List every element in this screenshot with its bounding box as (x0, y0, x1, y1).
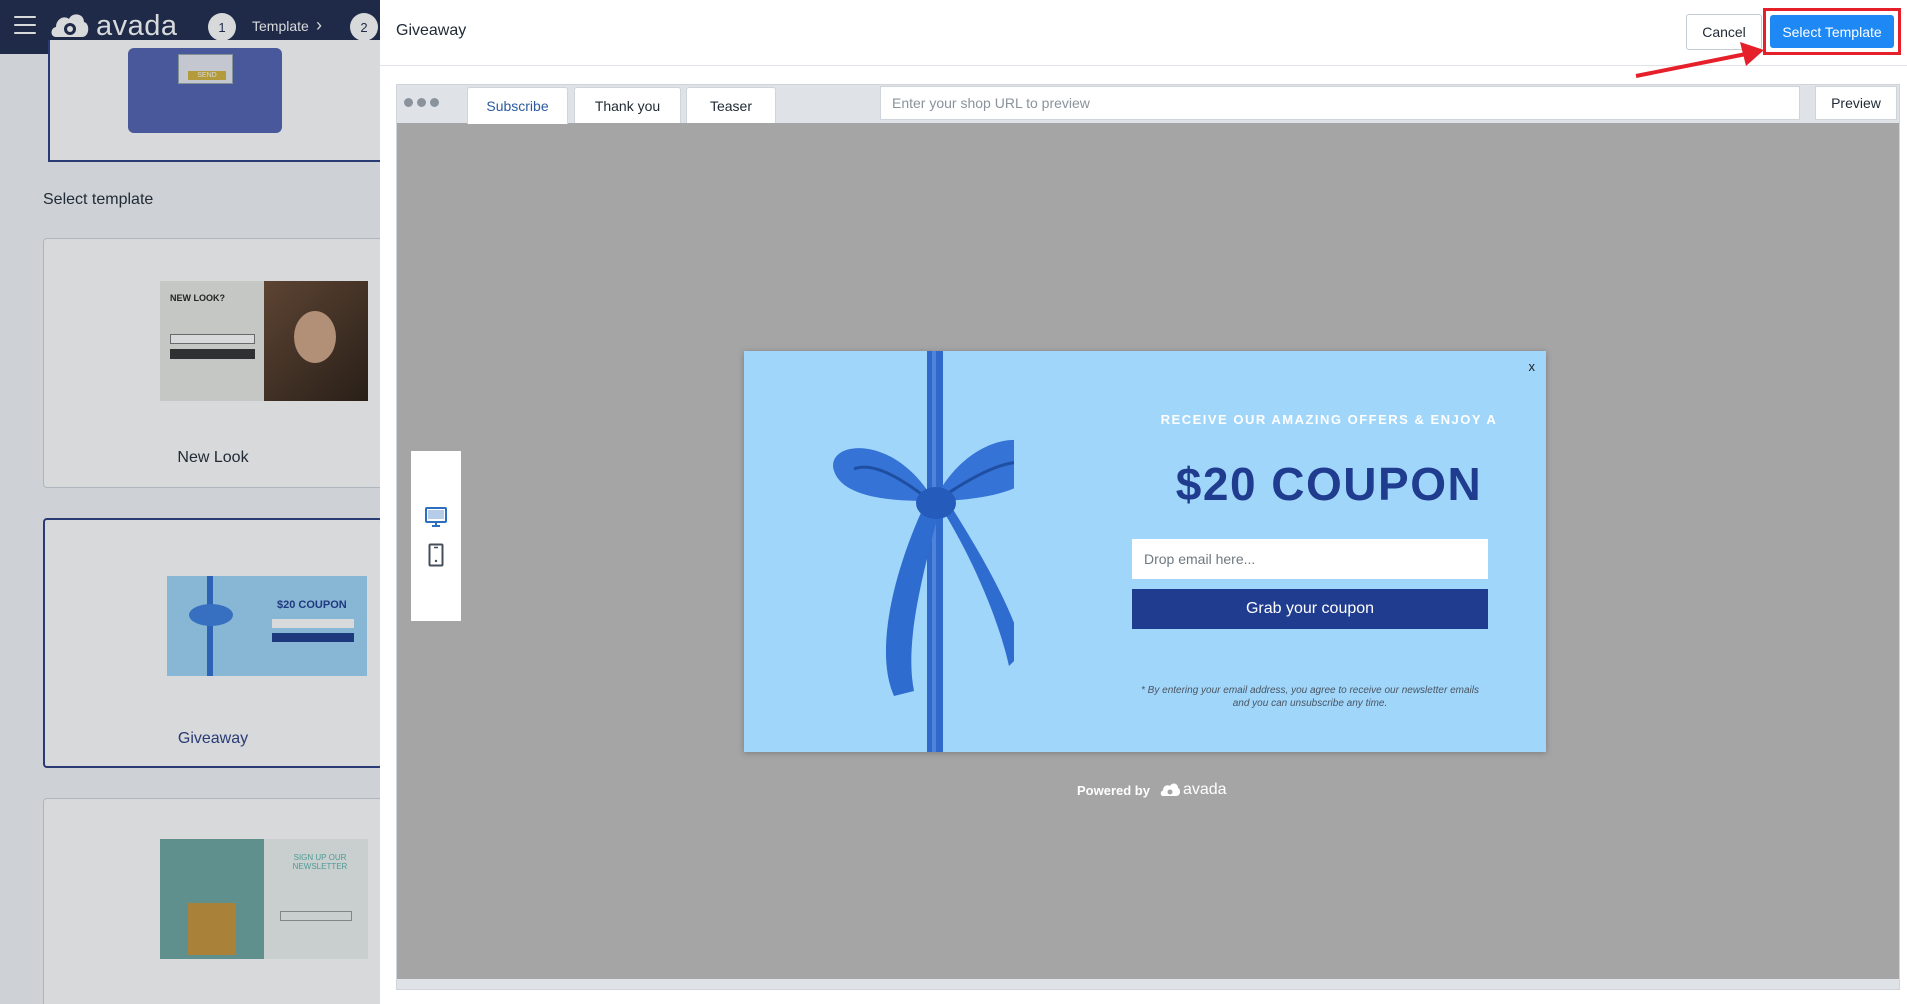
tab-teaser[interactable]: Teaser (686, 87, 776, 123)
modal-overlay[interactable] (0, 0, 380, 1004)
popup-disclaimer: * By entering your email address, you ag… (1141, 685, 1479, 709)
powered-logo: avada (1160, 781, 1227, 799)
popup-subheading: RECEIVE OUR AMAZING OFFERS & ENJOY A (1160, 412, 1498, 427)
close-icon[interactable]: x (1529, 359, 1536, 374)
device-switcher (411, 451, 461, 621)
mobile-icon[interactable] (428, 543, 444, 567)
window-dot-icon (404, 98, 413, 107)
giveaway-popup: x RECEIVE OUR AMAZING OFFERS & ENJOY A $… (744, 351, 1546, 752)
tab-thank-you[interactable]: Thank you (574, 87, 681, 123)
powered-by-text: Powered by (1077, 782, 1150, 798)
preview-button[interactable]: Preview (1815, 86, 1897, 120)
tab-subscribe[interactable]: Subscribe (467, 87, 568, 124)
popup-heading: $20 COUPON (1175, 458, 1483, 510)
select-template-button[interactable]: Select Template (1770, 15, 1894, 48)
window-dot-icon (417, 98, 426, 107)
template-preview-drawer: Giveaway Cancel Select Template Subscrib… (380, 0, 1907, 1004)
email-field[interactable] (1132, 539, 1488, 579)
annotation-arrow-icon (1635, 42, 1764, 78)
preview-scrollbar[interactable] (397, 979, 1899, 989)
grab-coupon-button[interactable]: Grab your coupon (1132, 589, 1488, 629)
drawer-title: Giveaway (396, 22, 467, 39)
avada-logo-icon (1160, 783, 1180, 796)
preview-frame: Subscribe Thank you Teaser Preview x (396, 84, 1900, 990)
gift-ribbon-icon (833, 351, 1014, 752)
powered-by: Powered by avada (1077, 781, 1227, 799)
shop-url-input[interactable] (880, 86, 1800, 120)
window-dot-icon (430, 98, 439, 107)
preview-browser-bar: Subscribe Thank you Teaser Preview (397, 85, 1899, 124)
desktop-icon[interactable] (424, 505, 448, 529)
drawer-header: Giveaway Cancel Select Template (380, 0, 1907, 78)
powered-brand-text: avada (1182, 781, 1227, 798)
